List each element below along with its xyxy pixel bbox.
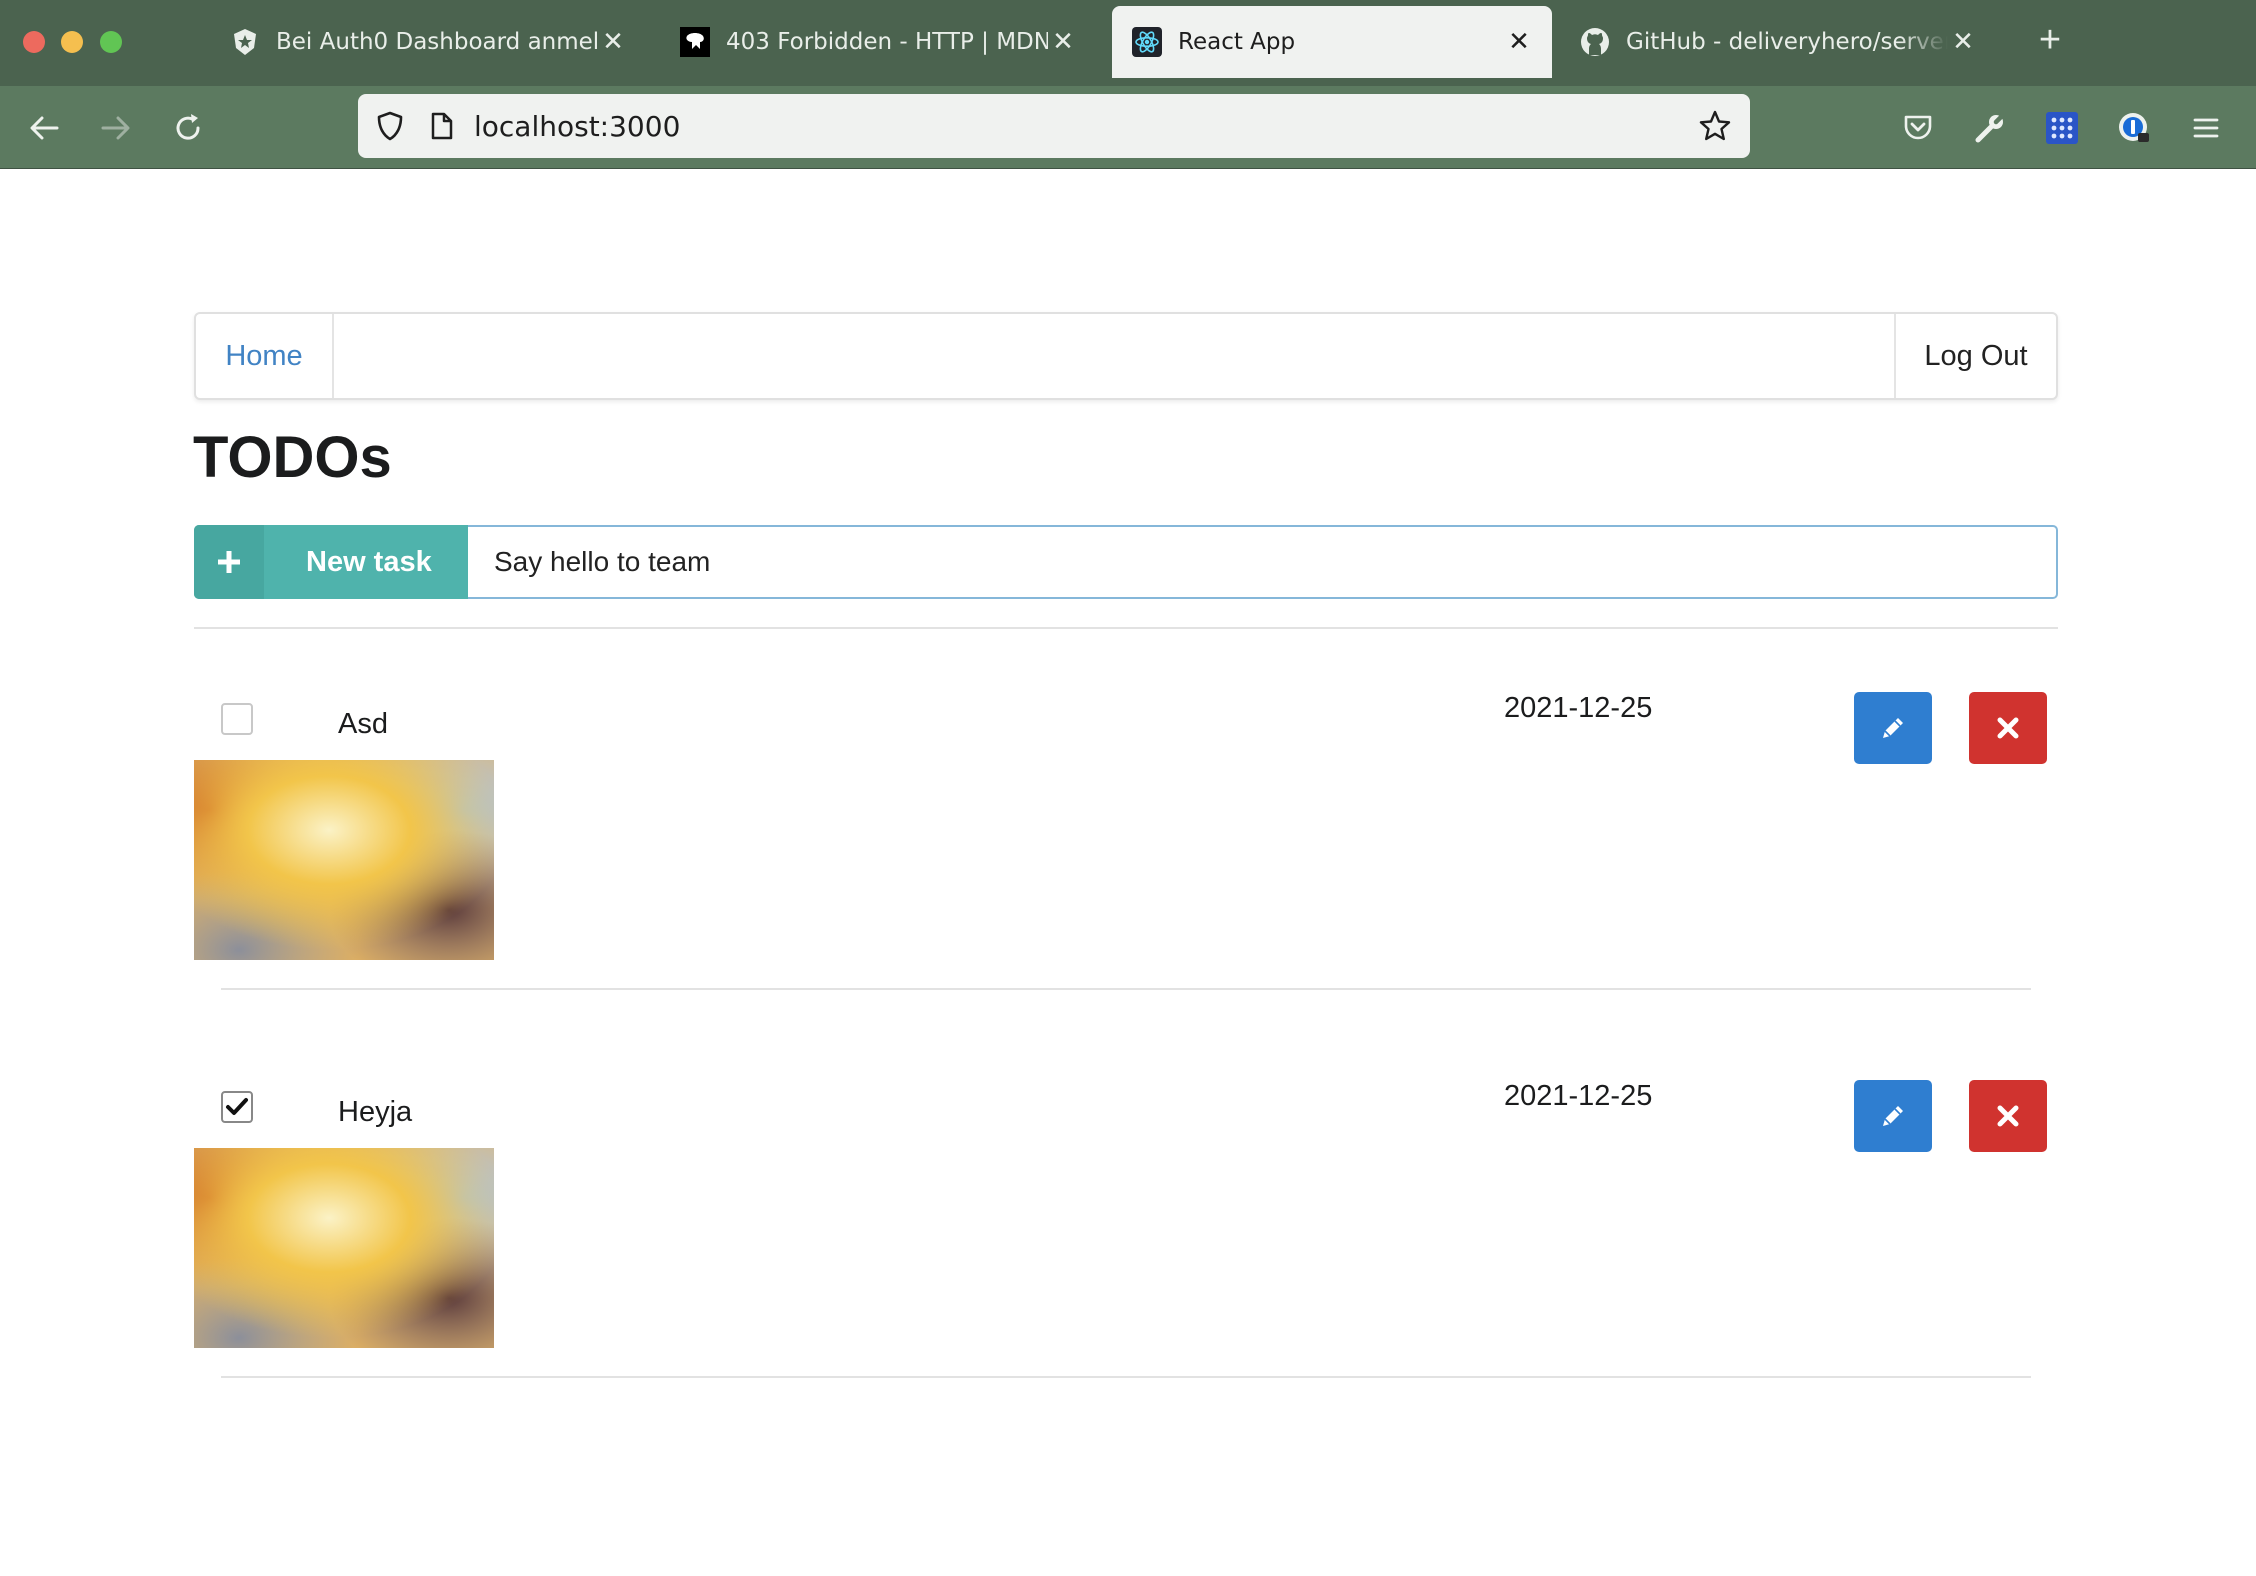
pencil-icon: [1883, 718, 1903, 738]
close-icon[interactable]: ✕: [1948, 27, 1978, 57]
page-title: TODOs: [193, 425, 392, 490]
hamburger-menu-icon: [2193, 118, 2219, 138]
todo-attachment-image: [194, 1148, 494, 1348]
checkmark-icon: [226, 1098, 248, 1115]
plus-icon: [194, 525, 264, 599]
todo-item: Heyja 2021-12-25: [194, 1078, 2058, 1438]
new-tab-button[interactable]: +: [2030, 18, 2070, 62]
devtools-button[interactable]: [1968, 106, 2012, 150]
tab-react-app[interactable]: React App ✕: [1112, 6, 1552, 78]
delete-button[interactable]: [1969, 692, 2047, 764]
top-menu: Home Log Out: [194, 312, 2058, 400]
wrench-icon: [1975, 111, 2007, 143]
logout-button[interactable]: Log Out: [1894, 314, 2056, 398]
pocket-icon: [1904, 115, 1932, 140]
todo-name: Heyja: [338, 1096, 413, 1128]
close-icon[interactable]: ✕: [1504, 27, 1534, 57]
tab-auth0[interactable]: Bei Auth0 Dashboard anmelden ✕: [210, 6, 646, 78]
reload-icon: [176, 114, 200, 140]
todo-due-date: 2021-12-25: [1504, 1080, 1653, 1112]
extension-button[interactable]: [2040, 106, 2084, 150]
new-task-input[interactable]: [468, 525, 2058, 599]
todo-due-date: 2021-12-25: [1504, 692, 1653, 724]
menu-button[interactable]: [2184, 106, 2228, 150]
grid-extension-icon: [2046, 112, 2078, 144]
divider: [221, 1376, 2031, 1378]
pocket-button[interactable]: [1896, 106, 1940, 150]
todo-attachment-image: [194, 760, 494, 960]
github-icon: [1580, 27, 1610, 57]
browser-tab-bar: Bei Auth0 Dashboard anmelden ✕ 403 Forbi…: [0, 0, 2256, 86]
new-task-label: New task: [306, 545, 432, 578]
close-icon[interactable]: ✕: [1048, 27, 1078, 57]
arrow-left-icon: [30, 116, 59, 140]
page-icon[interactable]: [428, 111, 456, 141]
todo-checkbox[interactable]: [221, 703, 253, 735]
window-zoom-button[interactable]: [100, 31, 122, 53]
auth0-icon: [230, 27, 260, 57]
bookmark-star-icon[interactable]: [1698, 109, 1732, 143]
todo-name: Asd: [338, 708, 388, 740]
tab-github[interactable]: GitHub - deliveryhero/serverless ✕: [1560, 6, 1996, 78]
window-close-button[interactable]: [23, 31, 45, 53]
delete-button[interactable]: [1969, 1080, 2047, 1152]
todo-checkbox[interactable]: [221, 1091, 253, 1123]
shield-icon[interactable]: [374, 110, 406, 142]
back-button[interactable]: [22, 106, 66, 150]
home-link[interactable]: Home: [196, 314, 334, 398]
tab-mdn[interactable]: 403 Forbidden - HTTP | MDN ✕: [660, 6, 1096, 78]
divider: [221, 988, 2031, 990]
arrow-right-icon: [101, 116, 130, 140]
react-icon: [1132, 27, 1162, 57]
url-text[interactable]: localhost:3000: [474, 110, 680, 143]
new-task-button[interactable]: New task: [194, 525, 468, 599]
forward-button[interactable]: [94, 106, 138, 150]
address-bar[interactable]: localhost:3000: [358, 94, 1750, 158]
window-minimize-button[interactable]: [61, 31, 83, 53]
close-icon: [1997, 717, 2019, 739]
close-icon: [1997, 1105, 2019, 1127]
edit-button[interactable]: [1854, 692, 1932, 764]
mdn-icon: [680, 27, 710, 57]
password-manager-button[interactable]: [2112, 106, 2156, 150]
reload-button[interactable]: [166, 106, 210, 150]
new-task-form: New task: [194, 525, 2058, 599]
todo-item: Asd 2021-12-25: [194, 690, 2058, 1050]
divider: [194, 627, 2058, 629]
pencil-icon: [1883, 1106, 1903, 1126]
close-icon[interactable]: ✕: [598, 27, 628, 57]
onepassword-icon: [2119, 113, 2149, 142]
edit-button[interactable]: [1854, 1080, 1932, 1152]
